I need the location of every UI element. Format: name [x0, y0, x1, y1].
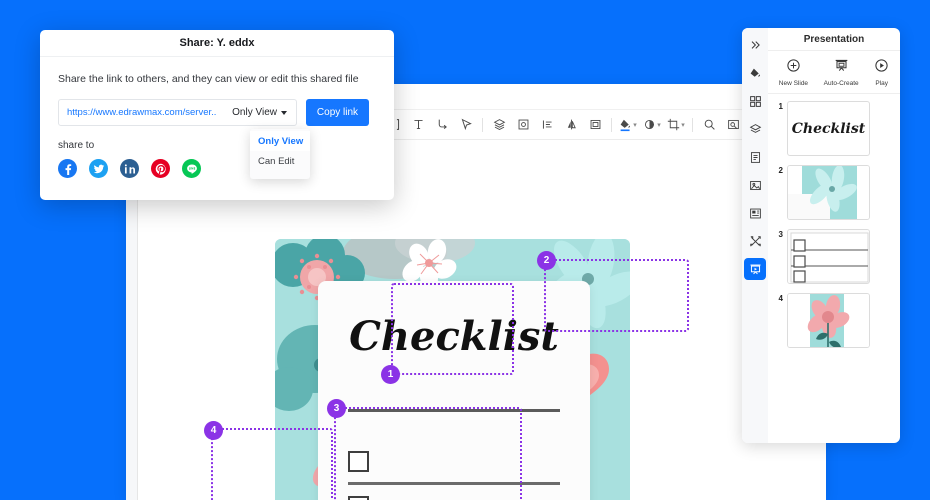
slide-thumbnail[interactable]: [787, 165, 870, 220]
presentation-actions: New Slide Auto-Create Play: [768, 50, 900, 94]
share-link-row: https://www.edrawmax.com/server.. Only V…: [58, 99, 394, 126]
facebook-icon[interactable]: [58, 159, 77, 178]
play-button[interactable]: Play: [874, 58, 889, 87]
slide-item[interactable]: 3: [772, 229, 894, 284]
line-icon[interactable]: [182, 159, 201, 178]
social-share-row: [58, 159, 394, 178]
share-link-field[interactable]: https://www.edrawmax.com/server.. Only V…: [58, 99, 297, 126]
fill-color-icon[interactable]: ▾: [616, 113, 640, 137]
paint-bucket-icon[interactable]: [744, 62, 766, 84]
chevron-down-icon[interactable]: ▾: [681, 121, 685, 129]
chevron-down-icon[interactable]: ▾: [633, 121, 637, 129]
selection-marker-1[interactable]: 1: [381, 365, 400, 384]
selection-marker-3[interactable]: 3: [327, 399, 346, 418]
presentation-board-icon: [834, 58, 849, 78]
slide-4-preview: [788, 294, 869, 347]
selection-box-4[interactable]: [211, 428, 333, 500]
zoom-icon[interactable]: [697, 113, 721, 137]
layers-icon[interactable]: [487, 113, 511, 137]
share-dialog: Share: Y. eddx Share the link to others,…: [40, 30, 394, 200]
text-icon[interactable]: [406, 113, 430, 137]
layers-icon[interactable]: [744, 118, 766, 140]
slide-item[interactable]: 1 Checklist: [772, 101, 894, 156]
toolbar-divider: [692, 117, 693, 132]
share-to-label: share to: [58, 140, 95, 151]
slide-thumbnail[interactable]: [787, 293, 870, 348]
chevron-down-icon[interactable]: ▾: [657, 121, 661, 129]
panel-icon-rail: [742, 28, 768, 443]
presentation-panel-body: Presentation New Slide Auto-Create Play …: [768, 28, 900, 443]
slide-title-text: Checklist: [791, 120, 866, 137]
slide-number: 4: [778, 294, 783, 303]
auto-create-label: Auto-Create: [823, 79, 859, 87]
permission-dropdown[interactable]: Only View Can Edit: [250, 129, 310, 179]
align-icon[interactable]: [535, 113, 559, 137]
permission-select[interactable]: Only View: [228, 107, 296, 118]
permission-select-value: Only View: [232, 107, 277, 118]
toolbar-divider: [611, 117, 612, 132]
chevron-down-icon: [281, 110, 287, 115]
pen-icon[interactable]: [454, 113, 478, 137]
new-slide-label: New Slide: [778, 79, 809, 87]
slide-thumbnail-list[interactable]: 1 Checklist 2 3 4: [768, 94, 900, 443]
slide-item[interactable]: 2: [772, 165, 894, 220]
frame-icon[interactable]: [583, 113, 607, 137]
toolbar-divider: [482, 117, 483, 132]
linkedin-icon[interactable]: [120, 159, 139, 178]
slide-thumbnail[interactable]: [787, 229, 870, 284]
selection-box-1[interactable]: [391, 283, 514, 375]
panel-title: Presentation: [803, 33, 865, 45]
connector-icon[interactable]: [430, 113, 454, 137]
picture-icon[interactable]: [744, 174, 766, 196]
selection-marker-2[interactable]: 2: [537, 251, 556, 270]
slide-master-icon[interactable]: [744, 202, 766, 224]
play-label: Play: [875, 79, 889, 87]
slide-3-preview: [788, 230, 869, 283]
line-color-icon[interactable]: ▾: [640, 113, 664, 137]
slide-thumbnail[interactable]: Checklist: [787, 101, 870, 156]
auto-create-button[interactable]: Auto-Create: [824, 58, 859, 87]
outline-icon[interactable]: [744, 146, 766, 168]
selection-box-3[interactable]: [334, 407, 522, 500]
share-dialog-title: Share: Y. eddx: [40, 30, 394, 57]
permission-option-only-view[interactable]: Only View: [250, 131, 310, 151]
crop-icon[interactable]: ▾: [664, 113, 688, 137]
image-frame-icon[interactable]: [511, 113, 535, 137]
selection-box-2[interactable]: [544, 259, 689, 332]
play-circle-icon: [874, 58, 889, 78]
share-link-input[interactable]: https://www.edrawmax.com/server..: [59, 107, 228, 118]
flip-icon[interactable]: [559, 113, 583, 137]
grid-symbols-icon[interactable]: [744, 90, 766, 112]
chevron-double-right-icon[interactable]: [744, 34, 766, 56]
share-dialog-description: Share the link to others, and they can v…: [58, 73, 359, 85]
selection-marker-4[interactable]: 4: [204, 421, 223, 440]
copy-link-button[interactable]: Copy link: [306, 99, 369, 126]
new-slide-button[interactable]: New Slide: [779, 58, 808, 87]
slide-number: 1: [778, 102, 783, 111]
slide-item[interactable]: 4: [772, 293, 894, 348]
shuffle-icon[interactable]: [744, 230, 766, 252]
slide-number: 3: [778, 230, 783, 239]
permission-option-can-edit[interactable]: Can Edit: [250, 151, 310, 171]
pinterest-icon[interactable]: [151, 159, 170, 178]
slide-2-preview: [788, 166, 869, 219]
plus-circle-icon: [786, 58, 801, 78]
twitter-icon[interactable]: [89, 159, 108, 178]
slide-number: 2: [778, 166, 783, 175]
presentation-icon[interactable]: [744, 258, 766, 280]
presentation-panel: Presentation New Slide Auto-Create Play …: [742, 28, 900, 443]
